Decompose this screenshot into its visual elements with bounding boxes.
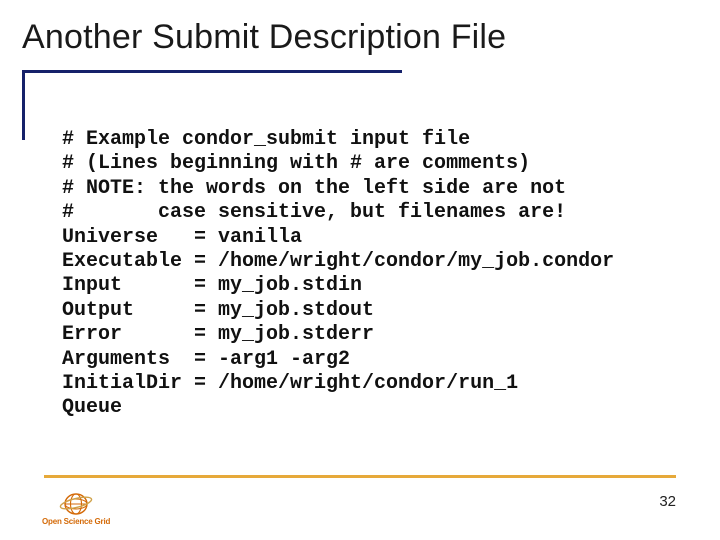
body: # Example condor_submit input file # (Li…	[62, 128, 680, 421]
slide: Another Submit Description File # Exampl…	[0, 0, 720, 540]
title-wrap: Another Submit Description File	[22, 18, 506, 57]
globe-icon	[59, 492, 93, 516]
title-rule-vertical	[22, 70, 25, 140]
footer-rule	[44, 475, 676, 478]
logo-text: Open Science Grid	[42, 517, 110, 526]
page-number: 32	[659, 493, 676, 510]
page-title: Another Submit Description File	[22, 18, 506, 57]
logo: Open Science Grid	[42, 492, 110, 526]
code-block: # Example condor_submit input file # (Li…	[62, 128, 680, 421]
title-rule-horizontal	[22, 70, 402, 73]
